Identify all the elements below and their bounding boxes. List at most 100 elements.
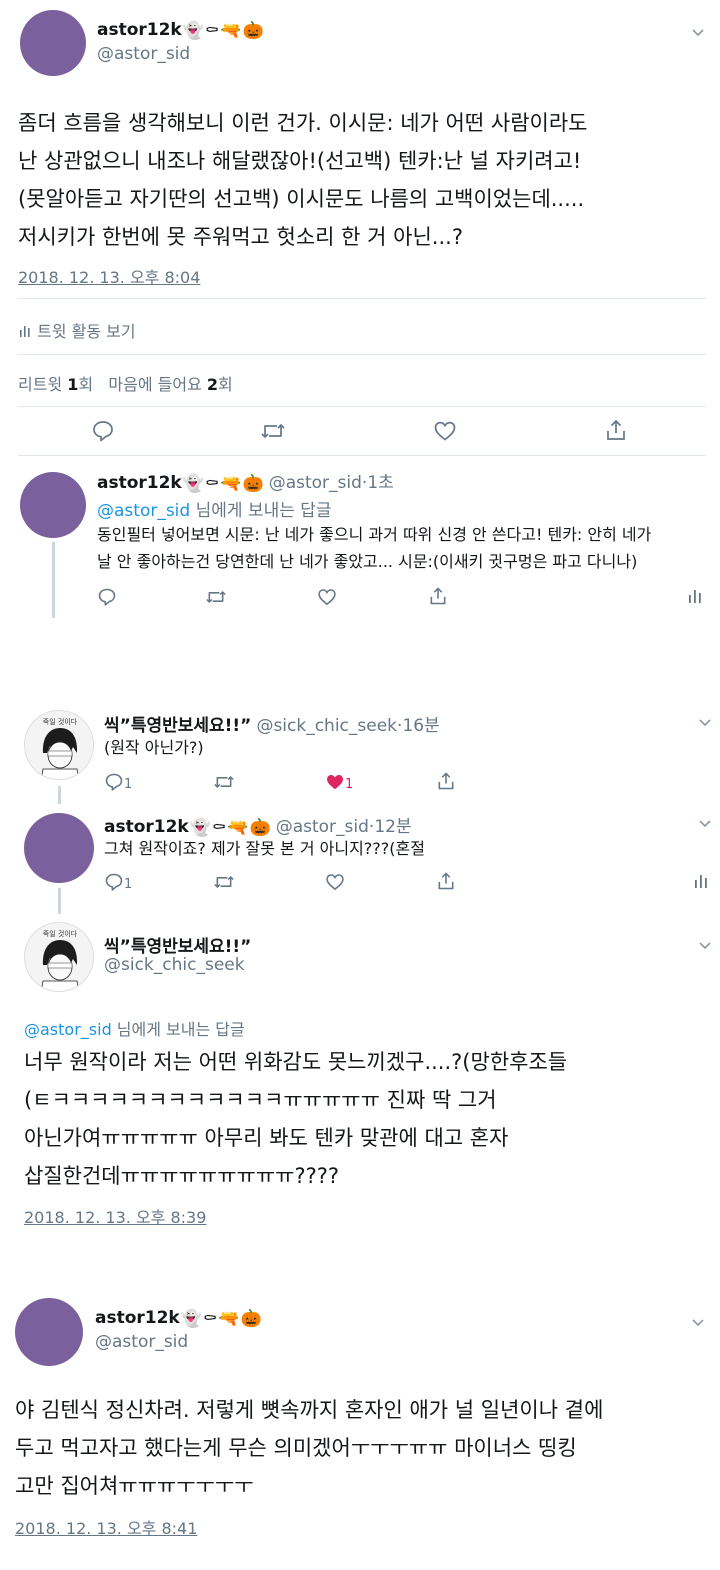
display-name[interactable]: astor12k	[95, 1308, 180, 1328]
chevron-down-icon[interactable]	[697, 937, 713, 957]
ghost-emoji: 👻	[182, 474, 204, 494]
tweet-line: 두고 먹고자고 했다는게 무슨 의미겠어ㅜㅜㅜㅠㅠ 마이너스 띵킹	[15, 1436, 577, 1460]
tweet-line: 좀더 흐름을 생각해보니 이런 건가. 이시문: 네가 어떤 사람이라도	[18, 111, 588, 135]
reply-to-line: @astor_sid 님에게 보내는 답글	[97, 496, 332, 521]
handle[interactable]: @sick_chic_seek	[104, 955, 245, 975]
like-stat-unit: 회	[218, 375, 233, 394]
retweet-stat-count: 1	[67, 375, 79, 394]
handle[interactable]: @astor_sid	[97, 44, 190, 64]
tweet-line: 저시키가 한번에 못 주워먹고 헛소리 한 거 아닌...?	[18, 225, 463, 249]
display-name[interactable]: 씩”특영반보세요!!”	[104, 932, 251, 957]
retweet-icon[interactable]	[205, 587, 227, 611]
thread-line	[58, 888, 61, 914]
reply-text: 동인필터 넣어보면 시문: 난 네가 좋으니 과거 따위 신경 안 쓴다고! 텐…	[97, 521, 712, 575]
like-button[interactable]: 1	[325, 772, 353, 796]
ghost-emoji: 👻	[180, 1309, 202, 1329]
tweet-text: 좀더 흐름을 생각해보니 이런 건가. 이시문: 네가 어떤 사람이라도 난 상…	[18, 104, 708, 256]
tweet-text: 야 김텐식 정신차려. 저렇게 뼛속까지 혼자인 애가 널 일년이나 곁에 두고…	[15, 1391, 715, 1505]
tweet-timestamp[interactable]: 2018. 12. 13. 오후 8:39	[24, 1204, 206, 1228]
reply-count: 1	[124, 877, 133, 892]
tweet-timestamp[interactable]: 2018. 12. 13. 오후 8:41	[15, 1515, 197, 1539]
display-name[interactable]: astor12k	[104, 817, 189, 837]
timestamp[interactable]: 1초	[367, 473, 393, 493]
timestamp[interactable]: 12분	[374, 817, 411, 837]
handle[interactable]: @astor_sid	[276, 817, 369, 837]
timestamp[interactable]: 16분	[402, 716, 439, 736]
reply-icon[interactable]	[91, 419, 115, 447]
reply-to-label: 님에게 보내는 답글	[190, 501, 332, 521]
avatar[interactable]	[20, 10, 86, 76]
handle[interactable]: @astor_sid	[95, 1332, 188, 1352]
like-icon[interactable]	[325, 872, 345, 896]
retweet-stat-unit: 회	[78, 375, 94, 394]
water-pistol-emoji: 🔫	[218, 1309, 240, 1329]
reply-button[interactable]: 1	[104, 872, 132, 896]
reply-icon	[104, 772, 124, 796]
tweet-line: 너무 원작이라 저는 어떤 위화감도 못느끼겠구....?(망한후조들	[24, 1050, 568, 1074]
share-icon[interactable]	[436, 871, 456, 895]
tweet-activity-link[interactable]: 트윗 활동 보기	[18, 318, 136, 342]
like-stat[interactable]: 마음에 들어요 2회	[108, 375, 232, 394]
like-stat-label: 마음에 들어요	[108, 375, 202, 394]
display-name[interactable]: 씩”특영반보세요!!”	[104, 716, 251, 736]
author-line: 씩”특영반보세요!!” @sick_chic_seek·16분	[104, 711, 440, 736]
tweet-text: 너무 원작이라 저는 어떤 위화감도 못느끼겠구....?(망한후조들 (ㅌㅋㅋ…	[24, 1043, 714, 1195]
ghost-emoji: 👻	[182, 21, 204, 41]
coffin-emoji: ⚰	[204, 21, 220, 41]
display-name[interactable]: astor12k	[97, 473, 182, 493]
share-icon[interactable]	[604, 418, 628, 446]
mention-link[interactable]: @astor_sid	[24, 1020, 112, 1039]
water-pistol-emoji: 🔫	[220, 474, 242, 494]
chevron-down-icon[interactable]	[697, 714, 713, 734]
pumpkin-emoji: 🎃	[240, 1309, 262, 1329]
share-icon[interactable]	[436, 771, 456, 795]
display-name[interactable]: astor12k	[97, 20, 182, 40]
retweet-icon[interactable]	[213, 872, 235, 896]
analytics-icon[interactable]	[688, 588, 702, 608]
reply-icon	[104, 872, 124, 896]
tweet-stats: 리트윗 1회 마음에 들어요 2회	[18, 371, 233, 395]
chevron-down-icon[interactable]	[697, 815, 713, 835]
divider	[18, 406, 706, 407]
tweet-line: (ㅌㅋㅋㅋㅋㅋㅋㅋㅋㅋㅋㅋㅋㅠㅠㅠㅠㅠ 진짜 딱 그거	[24, 1088, 497, 1112]
retweet-icon[interactable]	[260, 419, 286, 447]
reply-line: 동인필터 넣어보면 시문: 난 네가 좋으니 과거 따위 신경 안 쓴다고! 텐…	[97, 525, 652, 544]
analytics-icon[interactable]	[694, 873, 708, 893]
coffin-emoji: ⚰	[202, 1309, 218, 1329]
water-pistol-emoji: 🔫	[220, 21, 242, 41]
avatar[interactable]	[15, 1298, 83, 1366]
author-line: astor12k👻⚰🔫🎃	[95, 1308, 262, 1329]
tweet-line: 아닌가여ㅠㅠㅠㅠㅠ 아무리 봐도 텐카 맞관에 대고 혼자	[24, 1126, 509, 1150]
share-icon[interactable]	[428, 586, 448, 610]
like-icon[interactable]	[433, 419, 457, 447]
tweet-timestamp[interactable]: 2018. 12. 13. 오후 8:04	[18, 264, 200, 288]
retweet-icon[interactable]	[213, 772, 235, 796]
reply-icon[interactable]	[97, 587, 117, 611]
author-line: astor12k👻⚰🔫🎃	[97, 20, 264, 41]
mention-link[interactable]: @astor_sid	[97, 501, 190, 521]
tweet-line: 고만 집어쳐ㅠㅠㅠㅜㅜㅜㅜ	[15, 1474, 254, 1498]
divider	[18, 354, 706, 355]
manga-avatar-image: 죽일 것이다	[25, 711, 93, 779]
activity-label: 트윗 활동 보기	[37, 322, 136, 341]
tweet-line: 야 김텐식 정신차려. 저렇게 뼛속까지 혼자인 애가 널 일년이나 곁에	[15, 1398, 604, 1422]
avatar[interactable]	[24, 813, 94, 883]
analytics-icon	[18, 323, 32, 342]
avatar-caption: 죽일 것이다	[43, 929, 78, 938]
liked-heart-icon	[325, 772, 345, 796]
pumpkin-emoji: 🎃	[242, 474, 264, 494]
like-icon[interactable]	[317, 587, 337, 611]
avatar[interactable]: 죽일 것이다	[24, 922, 94, 992]
reply-button[interactable]: 1	[104, 772, 132, 796]
author-line: astor12k👻⚰🔫🎃 @astor_sid·1초	[97, 468, 394, 494]
pumpkin-emoji: 🎃	[242, 21, 264, 41]
handle[interactable]: @astor_sid	[269, 473, 362, 493]
chevron-down-icon[interactable]	[690, 1314, 706, 1334]
divider	[18, 455, 706, 456]
avatar[interactable]	[20, 472, 86, 538]
avatar[interactable]: 죽일 것이다	[24, 710, 94, 780]
retweet-stat[interactable]: 리트윗 1회	[18, 375, 93, 394]
handle[interactable]: @sick_chic_seek	[256, 716, 397, 736]
chevron-down-icon[interactable]	[690, 24, 706, 44]
like-stat-count: 2	[206, 375, 219, 394]
